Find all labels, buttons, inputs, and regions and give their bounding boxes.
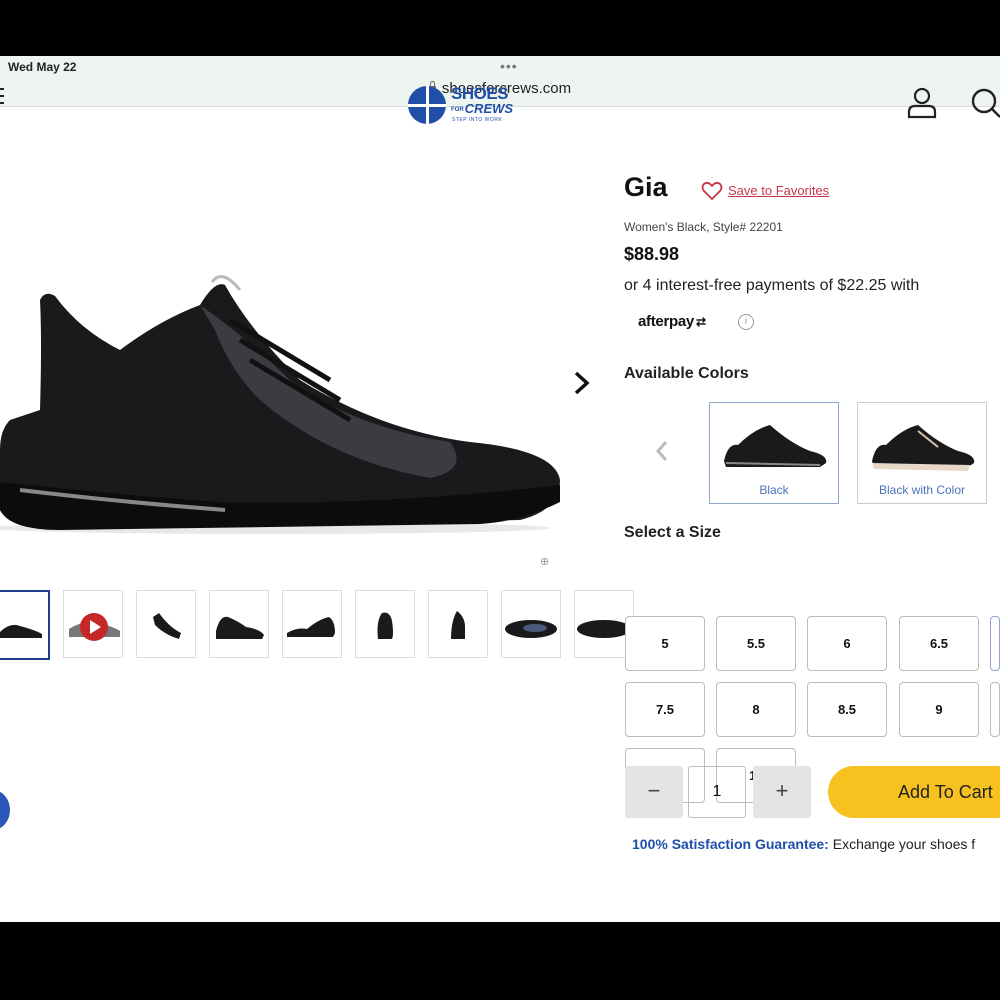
- page: SHOES FORCREWS STEP INTO WORK ⊕ Gia Save…: [0, 56, 1000, 922]
- size-option[interactable]: 5.5: [716, 616, 796, 671]
- logo-mark: [408, 86, 446, 124]
- color-swatch-black[interactable]: Black: [709, 402, 839, 504]
- select-size-label: Select a Size: [624, 524, 721, 541]
- chat-button[interactable]: [0, 790, 10, 830]
- thumbnail-item[interactable]: [355, 590, 415, 658]
- site-logo[interactable]: SHOES FORCREWS STEP INTO WORK: [408, 84, 528, 130]
- size-option[interactable]: 8: [716, 682, 796, 737]
- swatch-label: Black with Color: [878, 483, 966, 497]
- size-option[interactable]: 6.5: [899, 616, 979, 671]
- guarantee-text: Exchange your shoes f: [828, 836, 976, 852]
- product-price: $88.98: [624, 244, 680, 264]
- chevron-left-icon[interactable]: [652, 436, 672, 466]
- thumbnail-item[interactable]: [282, 590, 342, 658]
- chevron-right-icon[interactable]: [568, 368, 594, 398]
- size-option[interactable]: 7.5: [625, 682, 705, 737]
- zoom-icon[interactable]: ⊕: [540, 555, 549, 568]
- quantity-decrease-button[interactable]: −: [625, 766, 683, 818]
- color-swatch-black-with-color[interactable]: Black with Color: [857, 402, 987, 504]
- add-to-cart-button[interactable]: Add To Cart: [828, 766, 1000, 818]
- quantity-input[interactable]: 1: [688, 766, 746, 818]
- thumbnail-item[interactable]: [209, 590, 269, 658]
- satisfaction-guarantee: 100% Satisfaction Guarantee: Exchange yo…: [632, 836, 975, 852]
- size-option[interactable]: 6: [807, 616, 887, 671]
- size-option[interactable]: 5: [625, 616, 705, 671]
- installments-text: or 4 interest-free payments of $22.25 wi…: [624, 277, 920, 294]
- size-option[interactable]: 9: [899, 682, 979, 737]
- heart-icon[interactable]: [701, 181, 723, 201]
- thumbnail-item[interactable]: [501, 590, 561, 658]
- product-subtitle: Women's Black, Style# 22201: [624, 220, 783, 234]
- quantity-increase-button[interactable]: +: [753, 766, 811, 818]
- size-option-partial[interactable]: [990, 682, 1000, 737]
- info-icon[interactable]: i: [738, 314, 754, 330]
- logo-word-crews: FORCREWS: [451, 101, 514, 116]
- save-to-favorites-link[interactable]: Save to Favorites: [728, 183, 829, 198]
- thumbnail-item[interactable]: [136, 590, 196, 658]
- afterpay-logo: afterpay ⇄: [638, 313, 706, 330]
- swatch-label: Black: [759, 483, 789, 497]
- size-option[interactable]: 8.5: [807, 682, 887, 737]
- size-option-partial[interactable]: [990, 616, 1000, 671]
- menu-icon[interactable]: [0, 88, 4, 109]
- product-main-image[interactable]: [0, 210, 575, 540]
- logo-tagline: STEP INTO WORK: [452, 117, 503, 123]
- search-icon[interactable]: [968, 86, 1000, 120]
- product-name: Gia: [624, 172, 668, 202]
- available-colors-label: Available Colors: [624, 365, 749, 382]
- thumbnail-item[interactable]: [428, 590, 488, 658]
- user-icon[interactable]: [905, 86, 939, 120]
- thumbnail-strip: [0, 590, 647, 660]
- video-thumbnail[interactable]: [63, 590, 123, 658]
- guarantee-title: 100% Satisfaction Guarantee:: [632, 836, 829, 852]
- thumbnail-item[interactable]: [0, 590, 50, 660]
